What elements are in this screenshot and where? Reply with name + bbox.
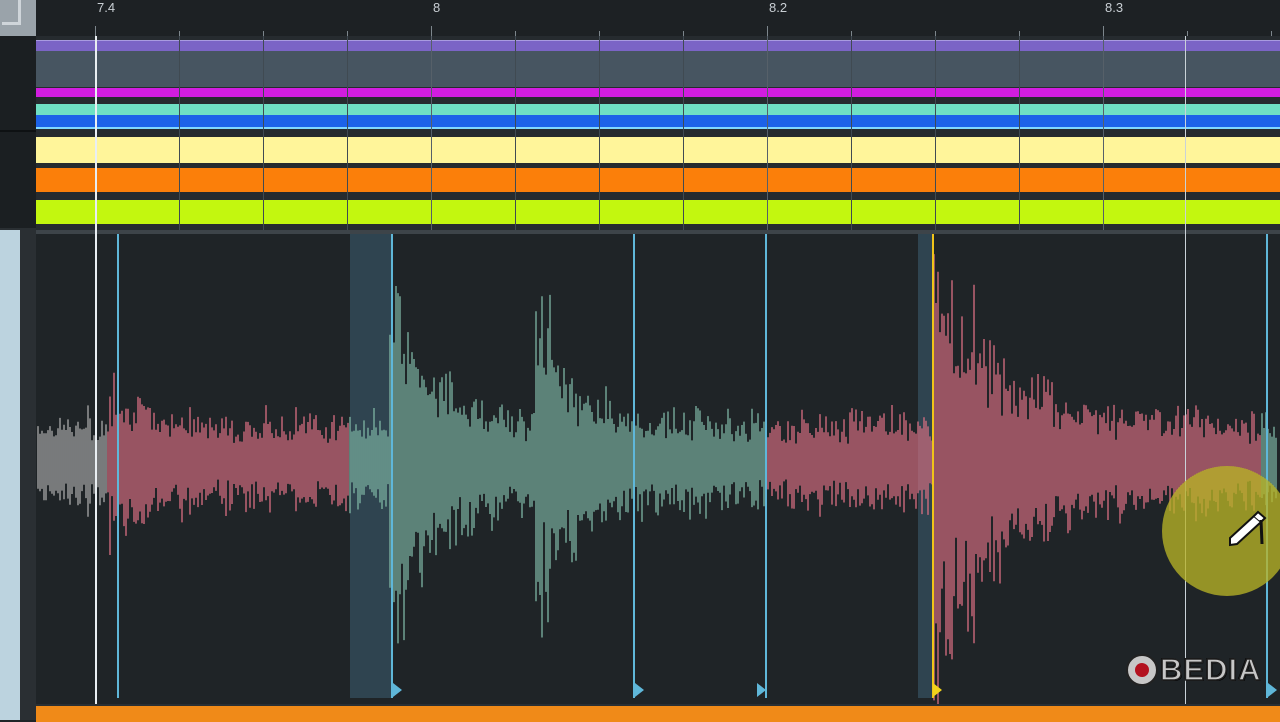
ruler-label: 7.4 bbox=[97, 0, 116, 15]
gridline bbox=[263, 36, 264, 230]
ruler-label: 8 bbox=[433, 0, 441, 15]
locator-line[interactable] bbox=[1185, 36, 1186, 720]
arranger-lanes[interactable] bbox=[36, 36, 1280, 230]
gridline bbox=[431, 36, 432, 230]
gridline bbox=[683, 36, 684, 230]
slice-marker[interactable] bbox=[633, 234, 635, 698]
marker-handle-icon[interactable] bbox=[635, 683, 644, 697]
lane-magenta[interactable] bbox=[36, 88, 1280, 97]
gridline bbox=[1019, 36, 1020, 230]
gridline bbox=[1103, 36, 1104, 230]
lane-blue[interactable] bbox=[36, 115, 1280, 129]
editor-track-header-edge bbox=[20, 230, 36, 720]
gridline bbox=[179, 36, 180, 230]
marker-handle-icon[interactable] bbox=[757, 683, 766, 697]
slice-marker[interactable] bbox=[1266, 234, 1268, 698]
corner-button[interactable] bbox=[0, 0, 36, 36]
arranger-track-headers bbox=[0, 36, 36, 228]
locator-line[interactable] bbox=[95, 36, 97, 720]
lane-purple[interactable] bbox=[36, 40, 1280, 51]
watermark-logo: BEDIA bbox=[1126, 651, 1262, 688]
slice-marker[interactable] bbox=[391, 234, 393, 698]
ruler-label: 8.2 bbox=[769, 0, 788, 15]
marker-handle-icon[interactable] bbox=[393, 683, 402, 697]
lane-lime[interactable] bbox=[36, 200, 1280, 224]
marker-handle-icon[interactable] bbox=[1268, 683, 1277, 697]
ruler-tick bbox=[95, 26, 96, 36]
lane-orange[interactable] bbox=[36, 168, 1280, 192]
timeline-ruler[interactable]: 7.4 8 8.2 8.3 bbox=[36, 0, 1280, 37]
gridline bbox=[851, 36, 852, 230]
slice-marker[interactable] bbox=[765, 234, 767, 698]
slice-marker-selected[interactable] bbox=[932, 234, 934, 698]
gridline bbox=[347, 36, 348, 230]
lane-slate[interactable] bbox=[36, 51, 1280, 87]
lane-mint[interactable] bbox=[36, 104, 1280, 115]
ruler-tick bbox=[431, 26, 432, 36]
marker-handle-icon[interactable] bbox=[933, 683, 942, 697]
editor-track-header[interactable] bbox=[0, 230, 20, 720]
audio-slice-selected[interactable] bbox=[350, 234, 392, 698]
pencil-icon bbox=[1229, 510, 1267, 547]
gridline bbox=[935, 36, 936, 230]
audio-editor[interactable] bbox=[36, 230, 1280, 708]
audio-slice-selected[interactable] bbox=[918, 234, 932, 698]
track-header-divider bbox=[0, 130, 36, 132]
bracket-icon bbox=[2, 0, 21, 25]
watermark-text: BEDIA bbox=[1159, 651, 1262, 688]
logo-dot-icon bbox=[1126, 654, 1158, 686]
gridline bbox=[515, 36, 516, 230]
lane-yellow[interactable] bbox=[36, 137, 1280, 163]
gridline bbox=[767, 36, 768, 230]
ruler-tick bbox=[767, 26, 768, 36]
next-track-clip[interactable] bbox=[36, 704, 1280, 722]
gridline bbox=[599, 36, 600, 230]
ruler-label: 8.3 bbox=[1105, 0, 1124, 15]
ruler-tick bbox=[1103, 26, 1104, 36]
slice-marker[interactable] bbox=[117, 234, 119, 698]
